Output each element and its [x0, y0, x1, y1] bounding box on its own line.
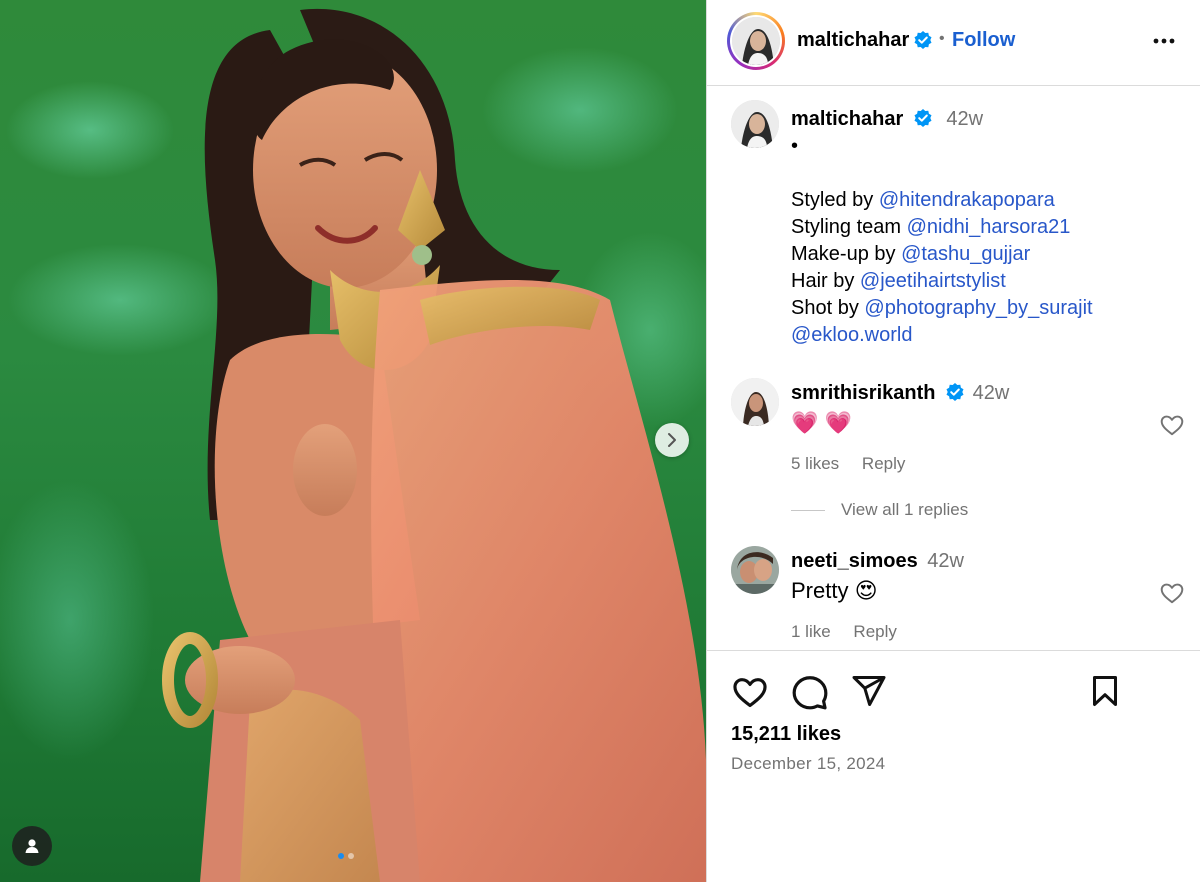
header-separator: • — [939, 30, 945, 47]
caption-mention[interactable]: @photography_by_surajit — [864, 297, 1092, 319]
comment: neeti_simoes 42w Pretty 😍 1 like Reply — [731, 546, 1191, 646]
user-tags-button[interactable] — [12, 826, 52, 866]
caption-bullet: • — [791, 135, 799, 157]
more-options-icon[interactable] — [1151, 28, 1177, 54]
comment-username[interactable]: neeti_simoes — [791, 550, 918, 572]
verified-badge-icon — [914, 108, 932, 127]
caption-line: Shot by @photography_by_surajit — [791, 295, 1191, 322]
caption-mention[interactable]: @hitendrakapopara — [879, 189, 1055, 211]
carousel-dot — [348, 853, 354, 859]
avatar[interactable] — [731, 378, 779, 426]
caption-time[interactable]: 42w — [946, 108, 983, 130]
view-replies-label: View all 1 replies — [841, 500, 969, 519]
carousel-dot-active — [338, 853, 344, 859]
caption-line: Hair by @jeetihairtstylist — [791, 268, 1191, 295]
caption-line: Styling team @nidhi_harsora21 — [791, 214, 1191, 241]
post-actions: 15,211 likes December 15, 2024 — [707, 650, 1200, 882]
like-heart-icon[interactable] — [731, 673, 769, 711]
comment-reply-button[interactable]: Reply — [862, 454, 905, 473]
comment-text: 💗 💗 — [791, 410, 852, 435]
caption-line: Make-up by @tashu_gujjar — [791, 241, 1191, 268]
caption-mention[interactable]: @ekloo.world — [791, 324, 912, 346]
post-photo-illustration — [162, 8, 706, 882]
comment: smrithisrikanth 42w 💗 💗 5 likes Reply — [731, 378, 1191, 488]
share-icon[interactable] — [851, 673, 887, 709]
comment-icon[interactable] — [791, 673, 829, 711]
caption-line-prefix: Styling team — [791, 216, 907, 238]
post-side-panel: maltichahar • Follow maltichahar 42w • S… — [706, 0, 1200, 882]
heart-icon[interactable] — [1159, 412, 1185, 438]
carousel-indicator — [338, 853, 354, 859]
comment-time[interactable]: 42w — [973, 382, 1010, 404]
avatar[interactable] — [731, 546, 779, 594]
caption-mention[interactable]: @nidhi_harsora21 — [907, 216, 1071, 238]
comment-text: Pretty 😍 — [791, 578, 878, 603]
verified-badge-icon — [914, 31, 932, 49]
caption-username[interactable]: maltichahar — [791, 108, 903, 130]
post-date[interactable]: December 15, 2024 — [731, 754, 885, 774]
caption-mention[interactable]: @tashu_gujjar — [901, 243, 1030, 265]
bookmark-icon[interactable] — [1087, 673, 1123, 709]
caption-line-prefix: Styled by — [791, 189, 879, 211]
caption-mention[interactable]: @jeetihairtstylist — [860, 270, 1006, 292]
verified-badge-icon — [946, 382, 964, 401]
author-avatar-story-ring[interactable] — [727, 12, 785, 70]
comment-reply-button[interactable]: Reply — [853, 622, 896, 641]
carousel-next-button[interactable] — [655, 423, 689, 457]
post-photo[interactable] — [0, 0, 706, 882]
user-tag-icon — [25, 839, 39, 853]
avatar[interactable] — [731, 100, 779, 148]
chevron-right-icon — [668, 433, 676, 447]
comment-time[interactable]: 42w — [927, 550, 964, 572]
post-like-count[interactable]: 15,211 likes — [731, 723, 841, 746]
follow-button[interactable]: Follow — [952, 29, 1015, 52]
replies-divider — [791, 509, 825, 511]
view-replies-button[interactable]: View all 1 replies — [791, 500, 968, 520]
caption-line: Styled by @hitendrakapopara — [791, 187, 1191, 214]
author-username[interactable]: maltichahar — [797, 29, 909, 52]
comment-username[interactable]: smrithisrikanth — [791, 382, 935, 404]
comment-likes[interactable]: 1 like — [791, 622, 831, 641]
post-header: maltichahar • Follow — [707, 0, 1200, 86]
caption-line-prefix: Shot by — [791, 297, 865, 319]
avatar — [732, 17, 780, 65]
caption-line-prefix: Hair by — [791, 270, 860, 292]
caption-line: @ekloo.world — [791, 322, 1191, 349]
heart-icon[interactable] — [1159, 580, 1185, 606]
comment-likes[interactable]: 5 likes — [791, 454, 839, 473]
caption-line-prefix: Make-up by — [791, 243, 902, 265]
